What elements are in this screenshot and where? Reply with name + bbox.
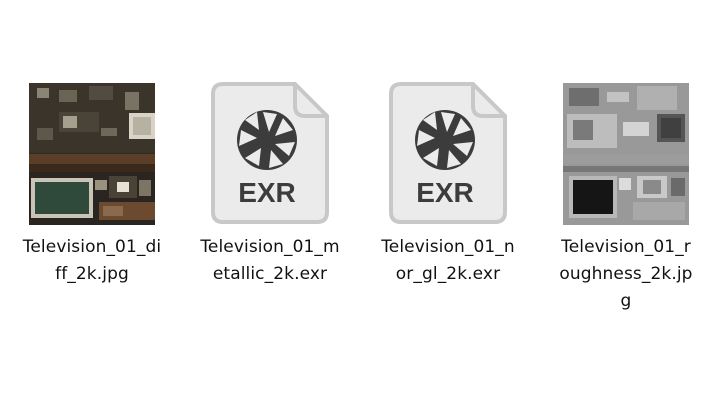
roughness-texture-image <box>563 83 689 225</box>
file-item-roughness[interactable]: Television_01_r oughness_2k.jp g <box>546 80 706 315</box>
aperture-icon <box>415 110 475 170</box>
file-name-line: ff_2k.jpg <box>55 264 129 284</box>
file-name-line: oughness_2k.jp <box>559 264 693 284</box>
exr-document-shape: EXR <box>389 82 507 224</box>
file-name-label: Television_01_di ff_2k.jpg <box>12 234 172 288</box>
file-name-label: Television_01_r oughness_2k.jp g <box>546 234 706 315</box>
exr-file-icon[interactable]: EXR <box>385 80 511 228</box>
file-name-line: Television_01_n <box>381 237 515 257</box>
exr-label: EXR <box>238 177 296 208</box>
file-item-metallic[interactable]: EXR Television_01_m etallic_2k.exr <box>190 80 350 288</box>
texture-diffuse-thumbnail[interactable] <box>29 80 155 228</box>
file-item-diff[interactable]: Television_01_di ff_2k.jpg <box>12 80 172 288</box>
file-item-nor-gl[interactable]: EXR Television_01_n or_gl_2k.exr <box>368 80 528 288</box>
file-name-line: etallic_2k.exr <box>212 264 328 284</box>
texture-roughness-thumbnail[interactable] <box>563 80 689 228</box>
file-name-line: or_gl_2k.exr <box>395 264 501 284</box>
exr-file-icon[interactable]: EXR <box>207 80 333 228</box>
exr-document-shape: EXR <box>211 82 329 224</box>
aperture-icon <box>237 110 297 170</box>
file-name-label: Television_01_m etallic_2k.exr <box>190 234 350 288</box>
diffuse-texture-image <box>29 83 155 225</box>
file-name-line: Television_01_m <box>200 237 340 257</box>
file-name-line: Television_01_r <box>561 237 691 257</box>
file-grid: Television_01_di ff_2k.jpg EXR Televisio… <box>0 0 720 405</box>
file-name-label: Television_01_n or_gl_2k.exr <box>368 234 528 288</box>
file-name-line: Television_01_di <box>22 237 162 257</box>
file-name-line: g <box>620 291 632 311</box>
exr-label: EXR <box>416 177 474 208</box>
